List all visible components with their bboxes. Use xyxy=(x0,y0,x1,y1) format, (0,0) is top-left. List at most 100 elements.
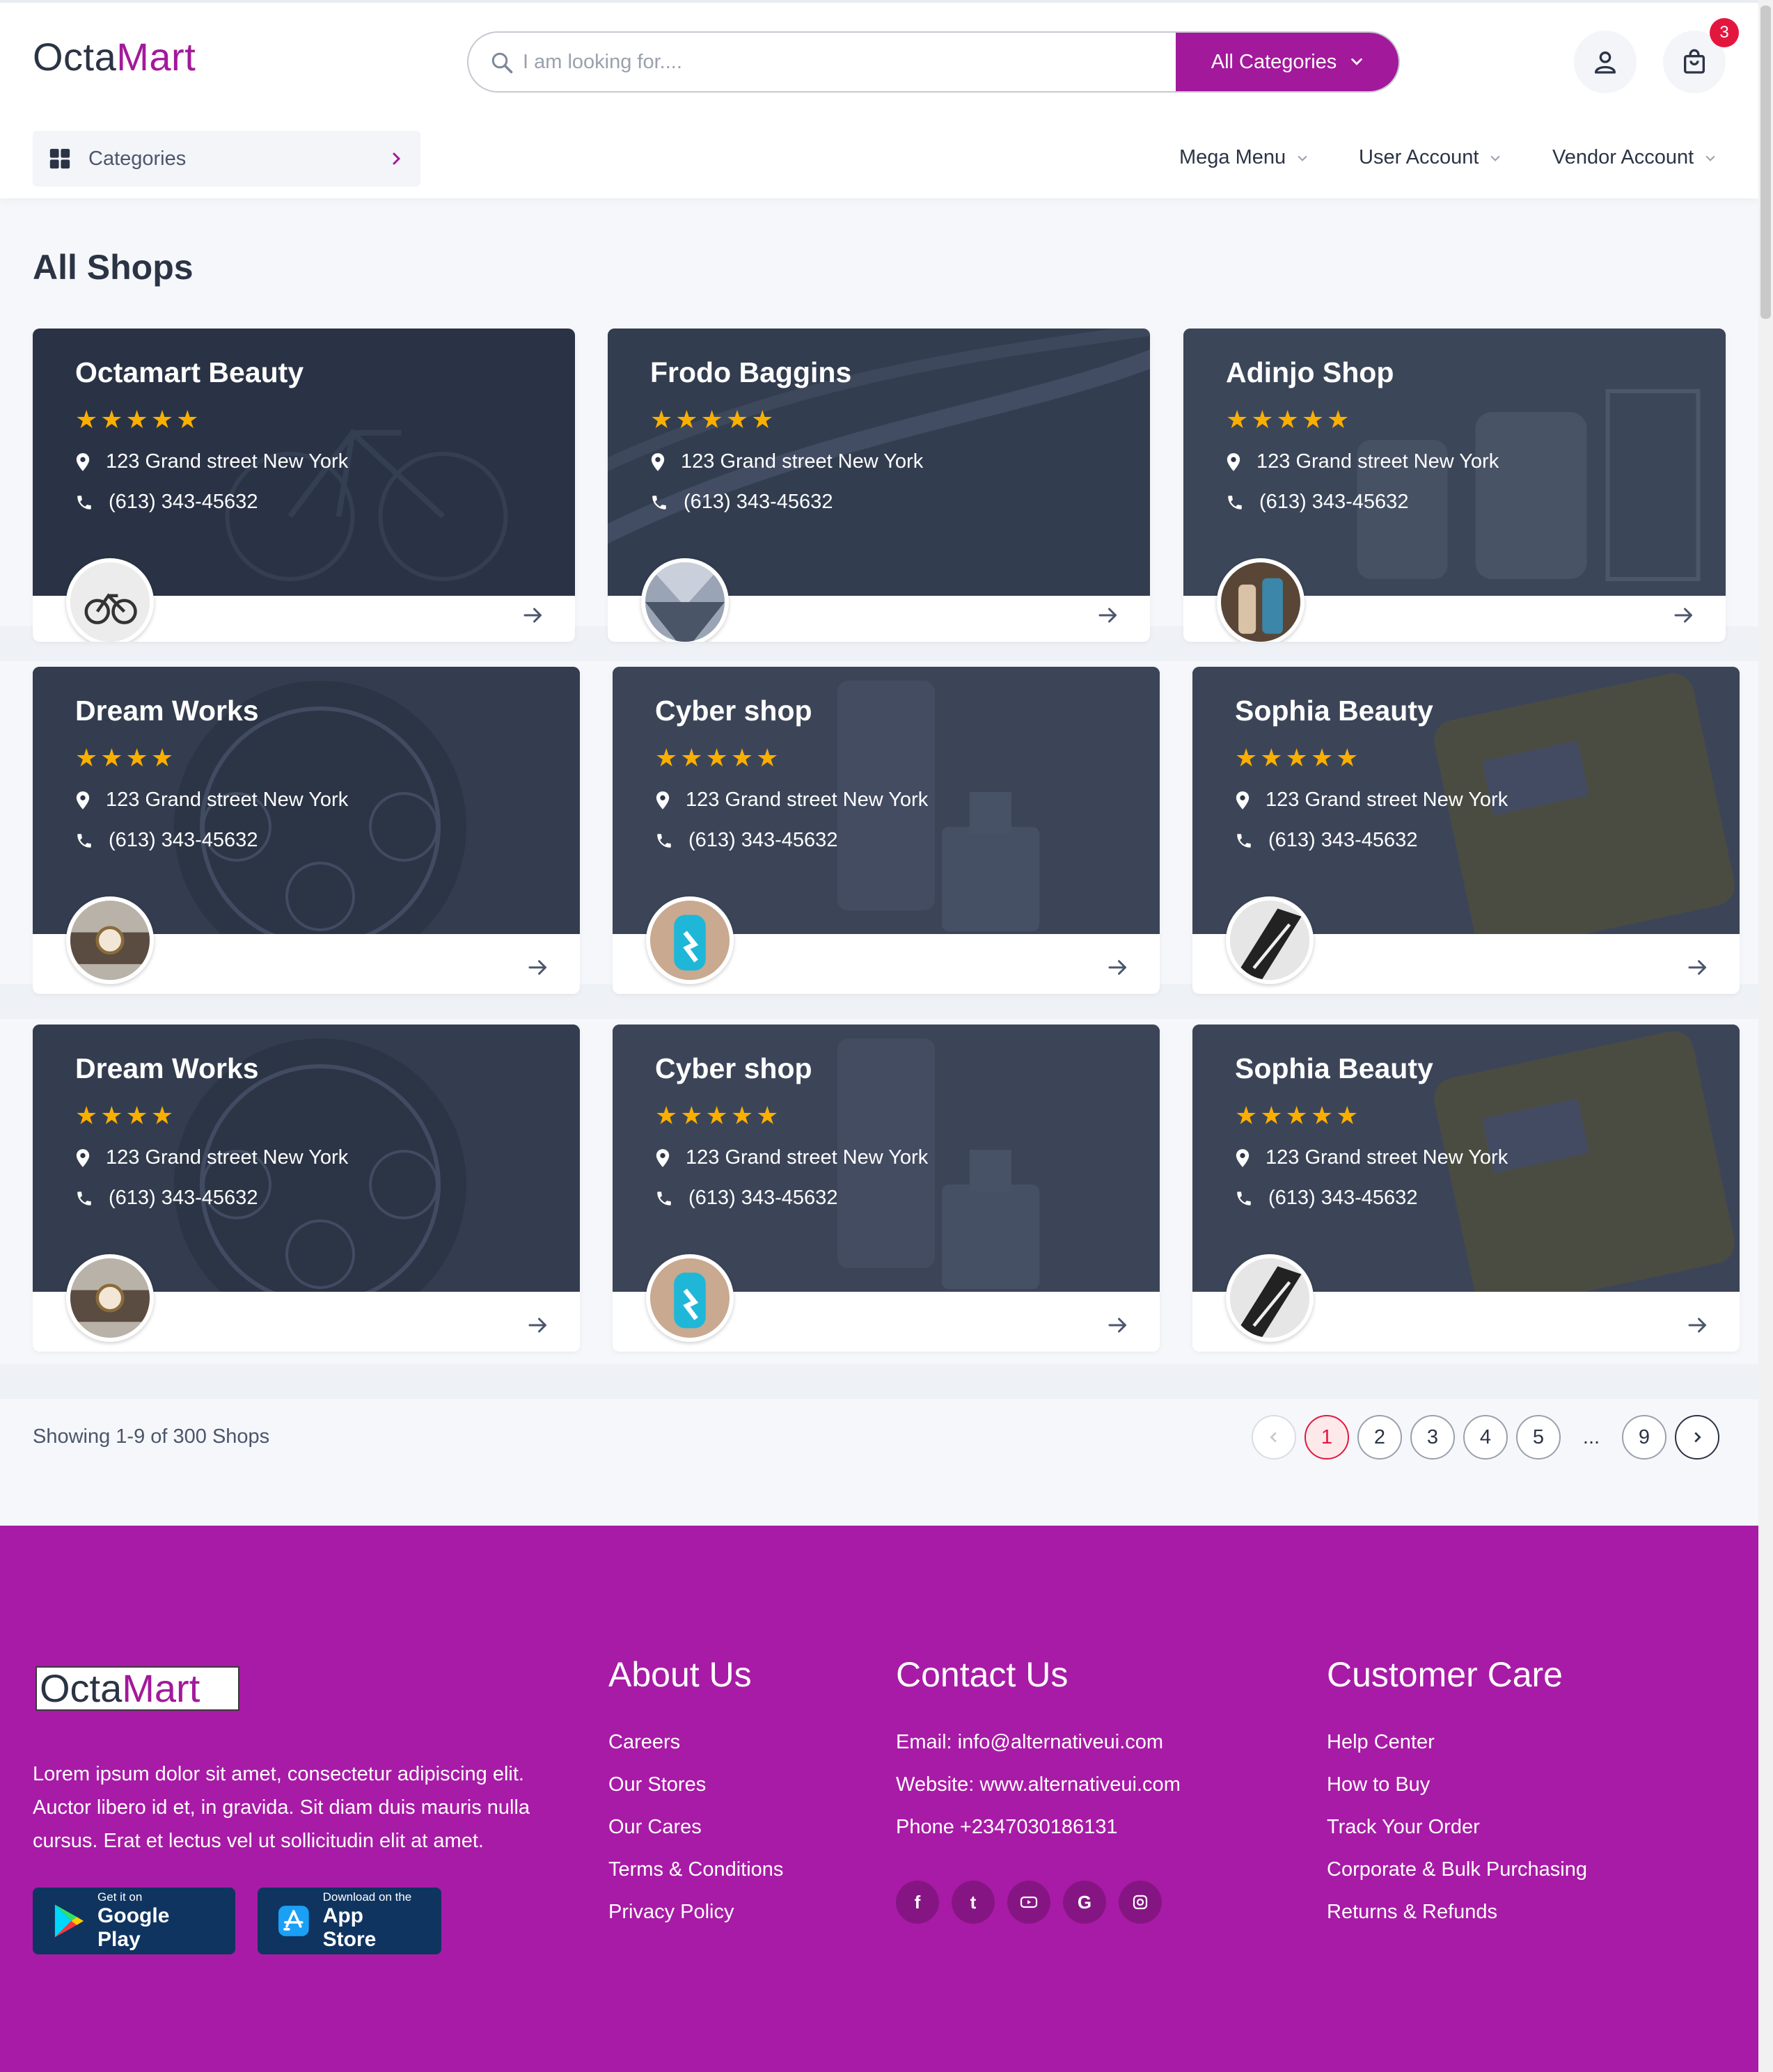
google-icon[interactable]: G xyxy=(1063,1881,1106,1924)
footer-link-returns[interactable]: Returns & Refunds xyxy=(1327,1891,1587,1933)
nav-mega-menu-label: Mega Menu xyxy=(1179,146,1286,168)
nav-vendor-account-label: Vendor Account xyxy=(1552,146,1694,168)
page-button-1[interactable]: 1 xyxy=(1305,1415,1349,1460)
shop-rating-stars: ★★★★★ xyxy=(1235,1101,1362,1130)
shop-card[interactable]: Cyber shop ★★★★★ 123 Grand street New York… xyxy=(613,1025,1160,1352)
arrow-right-icon[interactable] xyxy=(1092,599,1125,632)
shop-address: 123 Grand street New York xyxy=(655,789,928,812)
google-play-big-label: Google Play xyxy=(97,1904,170,1951)
phone-icon xyxy=(652,495,666,509)
page: OctaMart All Categories 3 Categories Meg… xyxy=(0,0,1758,2072)
shop-card[interactable]: Sophia Beauty ★★★★★ 123 Grand street New Y… xyxy=(1192,1025,1740,1352)
shop-card[interactable]: Octamart Beauty ★★★★★ 123 Grand street New… xyxy=(33,329,575,642)
twitter-icon[interactable]: t xyxy=(952,1881,995,1924)
footer-link-help-center[interactable]: Help Center xyxy=(1327,1721,1587,1764)
footer-link-how-to-buy[interactable]: How to Buy xyxy=(1327,1764,1587,1806)
shop-address: 123 Grand street New York xyxy=(75,1146,348,1169)
shop-phone-text: (613) 343-45632 xyxy=(688,1187,838,1209)
location-pin-icon xyxy=(656,791,670,809)
shop-card[interactable]: Sophia Beauty ★★★★★ 123 Grand street New Y… xyxy=(1192,667,1740,994)
phone-icon xyxy=(77,1191,91,1205)
shop-address-text: 123 Grand street New York xyxy=(1266,1146,1508,1169)
shop-card[interactable]: Dream Works ★★★★ 123 Grand street New York… xyxy=(33,1025,580,1352)
next-page-button[interactable] xyxy=(1675,1415,1719,1460)
footer-link-terms[interactable]: Terms & Conditions xyxy=(608,1849,783,1891)
all-categories-label: All Categories xyxy=(1211,50,1337,73)
arrow-right-icon[interactable] xyxy=(1101,1308,1135,1342)
phone-icon xyxy=(657,833,671,848)
nav-user-account[interactable]: User Account xyxy=(1359,146,1502,169)
app-store-button[interactable]: Download on the App Store xyxy=(258,1888,441,1954)
arrow-right-icon[interactable] xyxy=(1681,1308,1715,1342)
footer-link-privacy[interactable]: Privacy Policy xyxy=(608,1891,783,1933)
scrollbar[interactable] xyxy=(1758,0,1773,2072)
shop-phone-text: (613) 343-45632 xyxy=(109,1187,258,1209)
shop-address: 123 Grand street New York xyxy=(1226,450,1499,473)
logo[interactable]: OctaMart xyxy=(33,34,196,79)
shop-address-text: 123 Grand street New York xyxy=(681,450,924,473)
shop-address-text: 123 Grand street New York xyxy=(1256,450,1499,473)
shop-rating-stars: ★★★★★ xyxy=(1235,743,1362,772)
shop-address: 123 Grand street New York xyxy=(655,1146,928,1169)
shop-phone: (613) 343-45632 xyxy=(75,491,258,514)
nav-mega-menu[interactable]: Mega Menu xyxy=(1179,146,1309,169)
app-store-icon xyxy=(278,1906,309,1936)
all-categories-dropdown[interactable]: All Categories xyxy=(1176,33,1398,91)
arrow-right-icon[interactable] xyxy=(521,951,555,984)
footer-contact-phone: Phone +2347030186131 xyxy=(896,1816,1118,1838)
categories-menu-button[interactable]: Categories xyxy=(33,131,420,187)
facebook-icon[interactable]: f xyxy=(896,1881,939,1924)
shop-card[interactable]: Dream Works ★★★★ 123 Grand street New York… xyxy=(33,667,580,994)
shop-name: Cyber shop xyxy=(655,1052,812,1084)
logo-part-mart: Mart xyxy=(116,35,196,79)
chevron-right-icon xyxy=(1694,1432,1701,1443)
instagram-icon[interactable] xyxy=(1119,1881,1162,1924)
footer-link-track-order[interactable]: Track Your Order xyxy=(1327,1806,1587,1849)
shop-card[interactable]: Cyber shop ★★★★★ 123 Grand street New York… xyxy=(613,667,1160,994)
user-account-button[interactable] xyxy=(1574,31,1637,93)
page-button-3[interactable]: 3 xyxy=(1410,1415,1455,1460)
arrow-right-icon[interactable] xyxy=(1667,599,1701,632)
shopping-bag-icon xyxy=(1684,49,1705,74)
app-store-small-label: Download on the xyxy=(322,1890,412,1904)
chevron-down-icon xyxy=(1298,155,1307,161)
app-store-text: Download on the App Store xyxy=(323,1890,422,1952)
shop-card[interactable]: Frodo Baggins ★★★★★ 123 Grand street New Y… xyxy=(608,329,1150,642)
nav-user-account-label: User Account xyxy=(1359,146,1479,168)
search-bar: All Categories xyxy=(467,31,1400,93)
shop-phone-text: (613) 343-45632 xyxy=(1268,1187,1418,1209)
arrow-right-icon[interactable] xyxy=(517,599,550,632)
arrow-right-icon[interactable] xyxy=(521,1308,555,1342)
footer-link-our-cares[interactable]: Our Cares xyxy=(608,1806,783,1849)
row-separator xyxy=(0,1364,1758,1399)
prev-page-button[interactable] xyxy=(1252,1415,1296,1460)
footer-contact-email: Email: info@alternativeui.com xyxy=(896,1731,1164,1753)
google-play-button[interactable]: Get it on Google Play xyxy=(33,1888,235,1954)
shop-name: Sophia Beauty xyxy=(1235,1052,1433,1084)
logo-part-octa: Octa xyxy=(33,35,117,79)
page-button-5[interactable]: 5 xyxy=(1516,1415,1561,1460)
youtube-icon[interactable] xyxy=(1007,1881,1050,1924)
shop-address: 123 Grand street New York xyxy=(650,450,923,473)
page-button-4[interactable]: 4 xyxy=(1463,1415,1508,1460)
shop-name: Octamart Beauty xyxy=(75,356,304,388)
footer-logo[interactable]: OctaMart xyxy=(36,1666,239,1711)
shop-card[interactable]: Adinjo Shop ★★★★★ 123 Grand street New Yor… xyxy=(1183,329,1726,642)
shop-name: Frodo Baggins xyxy=(650,356,852,388)
shop-rating-stars: ★★★★★ xyxy=(650,405,777,434)
nav-vendor-account[interactable]: Vendor Account xyxy=(1552,146,1717,169)
page-button-2[interactable]: 2 xyxy=(1357,1415,1402,1460)
footer-link-our-stores[interactable]: Our Stores xyxy=(608,1764,783,1806)
arrow-right-icon[interactable] xyxy=(1101,951,1135,984)
search-input[interactable] xyxy=(523,45,1149,79)
shop-rating-stars: ★★★★★ xyxy=(655,743,782,772)
footer: OctaMart Lorem ipsum dolor sit amet, con… xyxy=(0,1526,1758,2072)
footer-link-bulk-purchasing[interactable]: Corporate & Bulk Purchasing xyxy=(1327,1849,1587,1891)
page-button-9[interactable]: 9 xyxy=(1622,1415,1666,1460)
footer-link-careers[interactable]: Careers xyxy=(608,1721,783,1764)
scrollbar-thumb[interactable] xyxy=(1760,6,1771,319)
arrow-right-icon[interactable] xyxy=(1681,951,1715,984)
shop-name: Dream Works xyxy=(75,1052,259,1084)
shop-phone: (613) 343-45632 xyxy=(1226,491,1408,514)
header: OctaMart All Categories 3 Categories Meg… xyxy=(0,0,1758,198)
